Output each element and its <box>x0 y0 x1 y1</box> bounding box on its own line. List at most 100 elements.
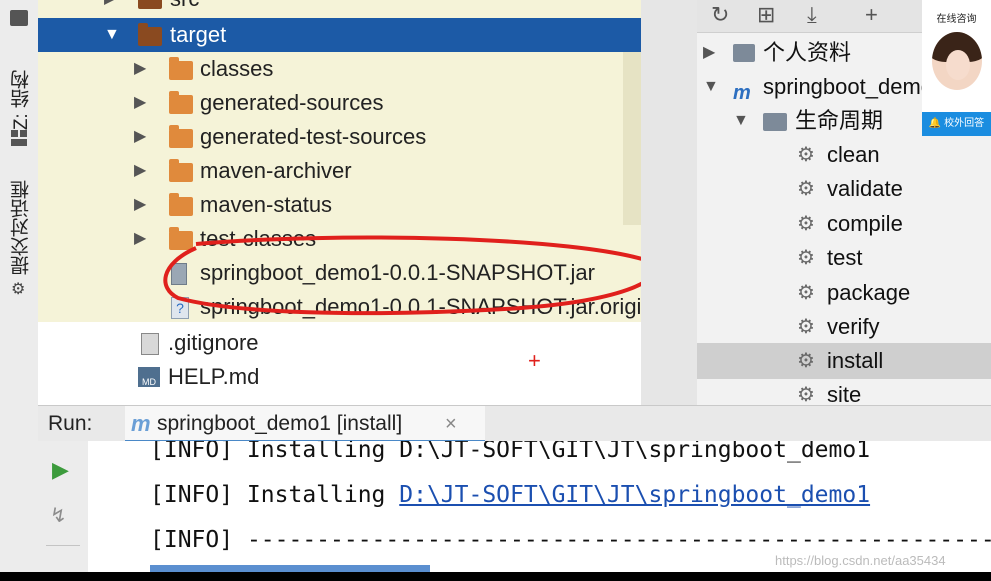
tree-item-label: generated-sources <box>200 90 384 115</box>
close-tab-icon[interactable]: × <box>445 406 457 442</box>
gear-icon: ⚙ <box>797 144 815 166</box>
rerun-icon[interactable]: ▶ <box>52 457 69 483</box>
expand-arrow-icon[interactable]: ▶ <box>134 52 146 86</box>
toolbar-divider <box>46 545 80 546</box>
project-tree-panel: ▶ src ▼ target ▶ classes ▶ generated-sou… <box>38 0 641 405</box>
gear-icon: ⚙ <box>797 282 815 304</box>
run-tab-title: springboot_demo1 [install] <box>157 412 403 435</box>
watermark: https://blog.csdn.net/aa35434 <box>775 553 946 568</box>
expand-arrow-icon[interactable]: ▶ <box>134 120 146 154</box>
folder-icon <box>169 159 193 182</box>
collapse-arrow-icon[interactable]: ▼ <box>104 18 120 52</box>
gear-icon: ⚙ <box>797 247 815 269</box>
tree-item-label: target <box>170 22 227 47</box>
commit-tool-label[interactable]: 提交对话框 <box>8 180 35 275</box>
run-tab[interactable]: m springboot_demo1 [install] × <box>125 406 485 442</box>
console-text: [INFO] Installing <box>150 482 400 508</box>
chat-button-label: 校外回答 <box>944 118 985 129</box>
folder-icon <box>138 23 162 46</box>
annotation-ellipse <box>163 235 641 316</box>
console-scroll-thumb[interactable] <box>150 565 430 572</box>
tree-scrollbar[interactable] <box>623 50 641 225</box>
lifecycle-phase-site[interactable]: ⚙ site <box>697 378 991 405</box>
expand-arrow-icon[interactable]: ▶ <box>134 222 146 256</box>
phase-label: verify <box>827 314 880 339</box>
lifecycle-phase-package[interactable]: ⚙ package <box>697 276 991 310</box>
bottom-border <box>0 572 991 581</box>
console-text: [INFO] Installing <box>150 441 400 463</box>
panel-separator[interactable] <box>641 0 697 405</box>
tree-item-label: classes <box>200 56 274 81</box>
lifecycle-folder-icon <box>763 113 787 131</box>
structure-tool-icon[interactable] <box>11 130 27 146</box>
annotation-plus-icon: + <box>528 348 541 373</box>
phase-label: compile <box>827 211 903 236</box>
console-text: [INFO] <box>150 527 247 553</box>
project-tool-icon[interactable] <box>10 10 28 26</box>
lifecycle-phase-test[interactable]: ⚙ test <box>697 241 991 275</box>
tree-item-label: HELP.md <box>168 364 260 389</box>
phase-label: package <box>827 280 911 305</box>
chat-button[interactable]: 🔔 校外回答 <box>922 112 991 136</box>
phase-label: test <box>827 245 863 270</box>
tree-item-target[interactable]: ▼ target <box>38 18 641 52</box>
lifecycle-phase-verify[interactable]: ⚙ verify <box>697 310 991 344</box>
structure-tool-label[interactable]: Z: 结构 <box>8 70 35 130</box>
expand-arrow-icon[interactable]: ▶ <box>134 188 146 222</box>
download-icon[interactable]: ⤓ <box>807 2 817 28</box>
gear-icon: ⚙ <box>797 316 815 338</box>
folder-icon <box>138 0 162 9</box>
console-text: D:\JT-SOFT\GIT\JT\springboot_demo1 <box>399 441 871 463</box>
tree-item-src[interactable]: ▶ src <box>38 0 641 16</box>
maven-node-label: 生命周期 <box>795 108 884 133</box>
console-line: [INFO] ---------------------------------… <box>150 527 991 553</box>
run-side-toolbar: ▶ ↯ <box>38 441 89 572</box>
ignore-file-icon <box>141 333 159 355</box>
console-line: [INFO] Installing D:\JT-SOFT\GIT\JT\spri… <box>150 482 870 508</box>
gear-icon: ⚙ <box>797 213 815 235</box>
tree-item-label: generated-test-sources <box>200 124 427 149</box>
expand-arrow-icon[interactable]: ▶ <box>134 86 146 120</box>
console-path-link[interactable]: D:\JT-SOFT\GIT\JT\springboot_demo1 <box>399 482 870 508</box>
phase-label: clean <box>827 142 880 167</box>
collapse-arrow-icon[interactable]: ▼ <box>733 104 749 138</box>
gear-icon: ⚙ <box>797 350 815 372</box>
phase-label: validate <box>827 176 903 201</box>
console-text: ----------------------------------------… <box>246 527 991 553</box>
collapse-arrow-icon[interactable]: ▼ <box>703 70 719 104</box>
console-line: [INFO] Installing D:\JT-SOFT\GIT\JT\spri… <box>150 441 870 463</box>
gear-icon: ⚙ <box>797 178 815 200</box>
phase-label: install <box>827 348 884 373</box>
run-tool-bar: Run: m springboot_demo1 [install] × <box>38 405 991 443</box>
bell-icon: 🔔 <box>928 118 942 129</box>
tree-bottom-area <box>38 322 641 405</box>
add-icon[interactable]: + <box>865 2 878 28</box>
avatar <box>932 32 982 90</box>
tree-item-label: .gitignore <box>168 330 259 355</box>
folder-icon <box>169 193 193 216</box>
tree-item-label: maven-status <box>200 192 333 217</box>
run-label: Run: <box>48 412 93 435</box>
markdown-file-icon: MD <box>138 367 160 387</box>
online-chat-widget[interactable]: 在线咨询 🔔 校外回答 <box>922 0 991 136</box>
tree-item-label: maven-archiver <box>200 158 352 183</box>
lifecycle-phase-install[interactable]: ⚙ install <box>697 344 991 378</box>
folder-icon <box>169 91 193 114</box>
lifecycle-phase-clean[interactable]: ⚙ clean <box>697 138 991 172</box>
maven-run-icon: m <box>131 411 151 436</box>
folder-icon <box>169 57 193 80</box>
generate-sources-icon[interactable]: ⊞ <box>757 2 775 28</box>
phase-label: site <box>827 382 862 405</box>
expand-arrow-icon[interactable]: ▶ <box>703 36 715 70</box>
lifecycle-phase-compile[interactable]: ⚙ compile <box>697 207 991 241</box>
expand-arrow-icon[interactable]: ▶ <box>104 0 116 16</box>
maven-node-label: 个人资料 <box>763 40 852 65</box>
tree-item-label: src <box>170 0 199 16</box>
profiles-icon <box>733 44 755 62</box>
commit-tool-icon[interactable]: ⚙ <box>11 282 27 298</box>
lifecycle-phase-validate[interactable]: ⚙ validate <box>697 172 991 206</box>
expand-arrow-icon[interactable]: ▶ <box>134 154 146 188</box>
reload-icon[interactable]: ↻ <box>711 2 729 28</box>
chat-title: 在线咨询 <box>936 14 977 25</box>
toggle-offline-icon[interactable]: ↯ <box>50 503 67 528</box>
